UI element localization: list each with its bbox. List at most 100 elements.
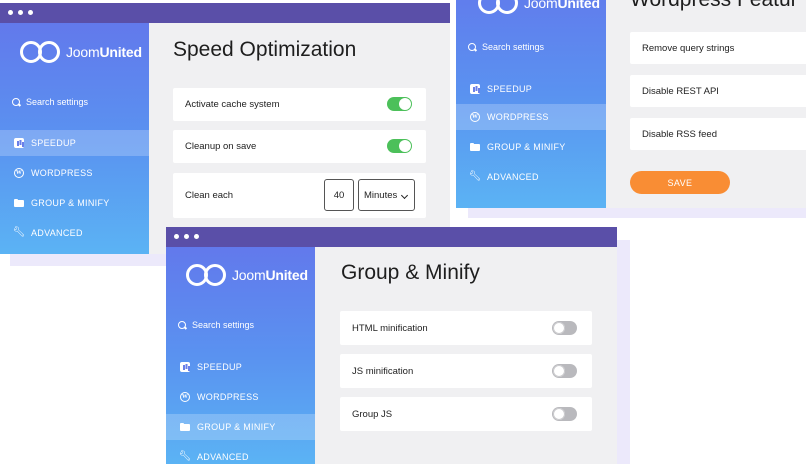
wordpress-icon: W — [14, 168, 24, 178]
brand-name: JoomUnited — [232, 267, 308, 283]
chart-icon — [180, 362, 190, 372]
content-area: Group & Minify HTML minification JS mini… — [315, 247, 617, 464]
sidebar-item-wordpress[interactable]: W WORDPRESS — [166, 384, 315, 410]
group-js-toggle[interactable] — [552, 407, 577, 421]
content-area: Speed Optimization Activate cache system… — [149, 23, 450, 254]
cleanup-toggle[interactable] — [387, 139, 412, 153]
joomunited-logo-icon — [20, 41, 60, 63]
brand-logo: JoomUnited — [20, 41, 142, 63]
setting-row[interactable]: JS minification — [340, 354, 592, 388]
chart-icon — [14, 138, 24, 148]
search-settings[interactable]: Search settings — [12, 97, 88, 107]
sidebar-item-label: ADVANCED — [197, 452, 249, 462]
sidebar: JoomUnited Search settings SPEEDUP W WOR… — [166, 247, 315, 464]
sidebar-item-speedup[interactable]: SPEEDUP — [166, 354, 315, 380]
sidebar-item-group-minify[interactable]: GROUP & MINIFY — [0, 190, 149, 216]
search-label: Search settings — [26, 97, 89, 107]
sidebar-item-wordpress[interactable]: W WORDPRESS — [456, 104, 606, 130]
brand-logo: JoomUnited — [478, 0, 600, 14]
sidebar-item-label: WORDPRESS — [487, 112, 549, 122]
setting-label: Remove query strings — [642, 42, 735, 54]
setting-row[interactable]: Disable REST API — [630, 75, 806, 107]
sidebar-item-speedup[interactable]: SPEEDUP — [456, 76, 606, 102]
group-window: JoomUnited Search settings SPEEDUP W WOR… — [166, 227, 617, 464]
sidebar-item-speedup[interactable]: SPEEDUP — [0, 130, 149, 156]
sidebar: JoomUnited Search settings SPEEDUP W WOR… — [456, 0, 606, 208]
window-titlebar — [166, 227, 617, 247]
folder-icon — [14, 198, 24, 208]
setting-row[interactable]: Cleanup on save — [173, 130, 426, 163]
js-minify-toggle[interactable] — [552, 364, 577, 378]
setting-row[interactable]: Disable RSS feed — [630, 118, 806, 150]
sidebar-item-label: ADVANCED — [487, 172, 539, 182]
search-icon — [468, 42, 477, 52]
setting-label: Disable RSS feed — [642, 128, 717, 140]
joomunited-logo-icon — [186, 264, 226, 286]
setting-row: Clean each 40 Minutes — [173, 173, 426, 218]
search-settings[interactable]: Search settings — [468, 42, 544, 52]
window-dot[interactable] — [18, 10, 23, 15]
page-title: Wordpress Featur — [630, 0, 798, 12]
sidebar-item-advanced[interactable]: 🔧︎ ADVANCED — [166, 444, 315, 464]
folder-icon — [180, 422, 190, 432]
sidebar-item-label: SPEEDUP — [487, 84, 533, 94]
brand-logo: JoomUnited — [186, 264, 308, 286]
setting-label: Cleanup on save — [185, 141, 257, 152]
setting-label: Activate cache system — [185, 99, 280, 110]
wrench-icon: 🔧︎ — [12, 227, 26, 238]
html-minify-toggle[interactable] — [552, 321, 577, 335]
sidebar-item-label: ADVANCED — [31, 228, 83, 238]
search-label: Search settings — [192, 320, 255, 330]
page-title: Group & Minify — [341, 261, 480, 284]
setting-label: Disable REST API — [642, 85, 719, 97]
brand-name: JoomUnited — [66, 44, 142, 60]
setting-label: HTML minification — [352, 322, 428, 334]
window-dot[interactable] — [194, 234, 199, 239]
brand-name: JoomUnited — [524, 0, 600, 11]
joomunited-logo-icon — [478, 0, 518, 14]
setting-row[interactable]: Remove query strings — [630, 32, 806, 64]
wordpress-window: JoomUnited Search settings SPEEDUP W WOR… — [456, 0, 806, 208]
chart-icon — [470, 84, 480, 94]
sidebar-item-wordpress[interactable]: W WORDPRESS — [0, 160, 149, 186]
search-icon — [178, 320, 187, 330]
speed-window: JoomUnited Search settings SPEEDUP W WOR… — [0, 3, 450, 254]
sidebar-item-group-minify[interactable]: GROUP & MINIFY — [456, 134, 606, 160]
select-value: Minutes — [364, 189, 398, 201]
wordpress-icon: W — [470, 112, 480, 122]
chevron-down-icon — [400, 191, 409, 200]
sidebar-item-label: SPEEDUP — [31, 138, 77, 148]
sidebar-item-label: GROUP & MINIFY — [197, 422, 276, 432]
clean-unit-select[interactable]: Minutes — [358, 179, 415, 211]
window-titlebar — [0, 3, 450, 23]
cache-toggle[interactable] — [387, 97, 412, 111]
sidebar-item-label: GROUP & MINIFY — [31, 198, 110, 208]
sidebar-item-label: WORDPRESS — [197, 392, 259, 402]
window-dot[interactable] — [184, 234, 189, 239]
setting-label: Clean each — [185, 190, 234, 201]
sidebar-item-label: GROUP & MINIFY — [487, 142, 566, 152]
sidebar-item-advanced[interactable]: 🔧︎ ADVANCED — [456, 164, 606, 190]
window-dot[interactable] — [8, 10, 13, 15]
window-dot[interactable] — [28, 10, 33, 15]
folder-icon — [470, 142, 480, 152]
setting-label: Group JS — [352, 408, 393, 420]
sidebar-item-advanced[interactable]: 🔧︎ ADVANCED — [0, 220, 149, 246]
window-dot[interactable] — [174, 234, 179, 239]
page-title: Speed Optimization — [173, 38, 357, 61]
search-icon — [12, 97, 21, 107]
search-label: Search settings — [482, 42, 545, 52]
setting-row[interactable]: HTML minification — [340, 311, 592, 345]
clean-interval-input[interactable]: 40 — [324, 179, 354, 211]
search-settings[interactable]: Search settings — [178, 320, 254, 330]
wrench-icon: 🔧︎ — [178, 451, 192, 462]
sidebar-item-group-minify[interactable]: GROUP & MINIFY — [166, 414, 315, 440]
sidebar-item-label: WORDPRESS — [31, 168, 93, 178]
sidebar: JoomUnited Search settings SPEEDUP W WOR… — [0, 23, 149, 254]
setting-row[interactable]: Group JS — [340, 397, 592, 431]
wrench-icon: 🔧︎ — [468, 171, 482, 182]
setting-row[interactable]: Activate cache system — [173, 88, 426, 121]
sidebar-item-label: SPEEDUP — [197, 362, 243, 372]
content-area: Wordpress Featur Remove query strings Di… — [606, 0, 806, 208]
save-button[interactable]: SAVE — [630, 171, 730, 194]
